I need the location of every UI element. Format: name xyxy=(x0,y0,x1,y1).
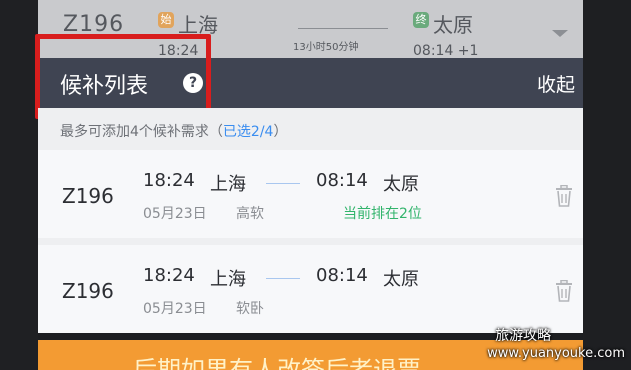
video-edge-left xyxy=(0,0,38,370)
depart-time: 18:24 xyxy=(143,170,195,191)
background-arrive-time: 08:14 +1 xyxy=(413,43,479,59)
highlight-annotation-box xyxy=(35,34,211,119)
seat-type: 软卧 xyxy=(236,301,264,317)
depart-station-icon: 始 xyxy=(158,12,174,28)
from-station: 上海 xyxy=(210,174,246,195)
travel-date: 05月23日 xyxy=(143,206,207,222)
waitlist-hint: 最多可添加4个候补需求（已选2/4） xyxy=(38,108,583,150)
route-arrow-icon xyxy=(266,183,300,184)
list-item[interactable]: Z196 18:24 上海 08:14 太原 05月23日 软卧 xyxy=(38,245,583,333)
background-to-station: 太原 xyxy=(433,13,473,37)
arrive-station-icon: 终 xyxy=(413,12,429,28)
train-number: Z196 xyxy=(62,279,114,303)
arrive-time: 08:14 xyxy=(316,265,368,286)
collapse-button[interactable]: 收起 xyxy=(537,70,575,97)
hint-suffix: ） xyxy=(273,124,288,140)
watermark-title: 旅游攻略 xyxy=(495,328,552,344)
list-item[interactable]: Z196 18:24 上海 08:14 太原 05月23日 高软 当前排在2位 xyxy=(38,150,583,238)
from-station: 上海 xyxy=(210,269,246,290)
background-route-line xyxy=(298,28,388,29)
train-number: Z196 xyxy=(62,184,114,208)
chevron-down-icon[interactable] xyxy=(552,30,568,37)
watermark-url: www.yuanyouke.com xyxy=(487,346,625,361)
subtitle-text: 后期如果有人改签后者退票 xyxy=(133,356,421,370)
selected-count: 已选2/4 xyxy=(222,124,274,140)
queue-status: 当前排在2位 xyxy=(343,206,422,222)
list-divider xyxy=(38,238,583,245)
video-edge-right xyxy=(583,0,631,370)
trash-icon[interactable] xyxy=(555,280,573,302)
to-station: 太原 xyxy=(383,269,419,290)
site-watermark: 旅游攻略 www.yuanyouke.com xyxy=(487,328,625,362)
arrive-time: 08:14 xyxy=(316,170,368,191)
seat-type: 高软 xyxy=(236,206,264,222)
travel-date: 05月23日 xyxy=(143,301,207,317)
background-duration: 13小时50分钟 xyxy=(293,42,359,53)
route-arrow-icon xyxy=(266,278,300,279)
to-station: 太原 xyxy=(383,174,419,195)
trash-icon[interactable] xyxy=(555,185,573,207)
depart-time: 18:24 xyxy=(143,265,195,286)
hint-prefix: 最多可添加4个候补需求（ xyxy=(60,124,223,140)
